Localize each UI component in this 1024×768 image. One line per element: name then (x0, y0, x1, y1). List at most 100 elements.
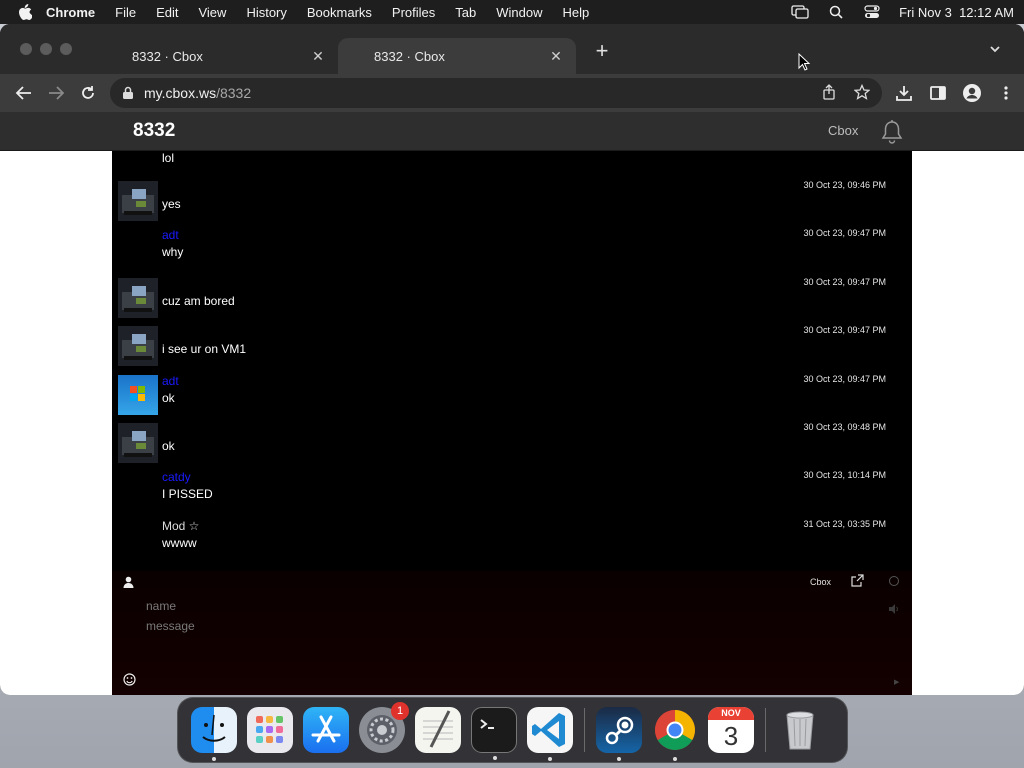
menu-bookmarks[interactable]: Bookmarks (307, 5, 372, 20)
address-bar[interactable]: my.cbox.ws/8332 (110, 78, 882, 108)
menu-app-name[interactable]: Chrome (46, 5, 95, 20)
app-store-icon[interactable] (303, 707, 349, 753)
chat-message: catdy 30 Oct 23, 10:14 PM I PISSED (112, 467, 912, 515)
control-center-icon[interactable] (863, 5, 881, 19)
side-panel-icon[interactable] (928, 83, 948, 103)
close-tab-icon[interactable]: ✕ (548, 48, 564, 64)
menu-tab[interactable]: Tab (455, 5, 476, 20)
chat-box: lol 30 Oct 23, 09:46 PM yes adt 30 Oct 2… (112, 151, 912, 695)
message-text: cuz am bored (162, 294, 235, 308)
menu-file[interactable]: File (115, 5, 136, 20)
notification-bell-icon[interactable] (880, 119, 904, 145)
system-settings-icon[interactable]: 1 (359, 702, 409, 753)
message-timestamp: 30 Oct 23, 09:47 PM (803, 277, 886, 287)
tab-search-chevron-icon[interactable] (988, 42, 1002, 56)
cbox-footer-link[interactable]: Cbox (810, 577, 831, 587)
screen-mirroring-icon[interactable] (791, 5, 809, 19)
avatar[interactable] (118, 326, 158, 366)
trash-icon[interactable] (777, 707, 823, 753)
message-nickname[interactable]: adt (162, 374, 179, 388)
chat-message: 30 Oct 23, 09:47 PM i see ur on VM1 (112, 322, 912, 370)
calendar-icon[interactable]: NOV 3 (708, 707, 754, 753)
message-text: lol (162, 151, 175, 165)
avatar[interactable] (118, 181, 158, 221)
message-timestamp: 30 Oct 23, 09:47 PM (803, 325, 886, 335)
calendar-month: NOV (708, 707, 754, 720)
send-arrow-icon[interactable]: ▶ (894, 678, 900, 686)
url-host: my.cbox.ws (144, 85, 217, 101)
tab-title: 8332 · Cbox (132, 48, 203, 64)
user-icon[interactable] (123, 575, 134, 588)
avatar[interactable] (118, 278, 158, 318)
mouse-cursor (798, 52, 811, 71)
forward-button[interactable] (40, 79, 72, 107)
running-indicator (493, 756, 497, 760)
new-tab-button[interactable]: + (592, 38, 612, 64)
menu-help[interactable]: Help (563, 5, 590, 20)
message-nickname[interactable]: adt (162, 228, 179, 242)
url-path: /8332 (216, 85, 252, 101)
message-text: ok (162, 439, 175, 453)
close-tab-icon[interactable]: ✕ (310, 48, 326, 64)
avatar[interactable] (118, 375, 158, 415)
chat-message: adt 30 Oct 23, 09:47 PM why (112, 225, 912, 273)
running-indicator (212, 757, 216, 761)
terminal-icon[interactable] (471, 707, 517, 760)
message-timestamp: 30 Oct 23, 09:47 PM (803, 228, 886, 238)
steam-icon[interactable] (596, 707, 642, 761)
cbox-brand-link[interactable]: Cbox (828, 123, 858, 138)
message-form: Cbox ▶ (112, 571, 912, 695)
tab-cbox-2[interactable]: 8332 · Cbox ✕ (338, 38, 576, 74)
chat-message: 30 Oct 23, 09:46 PM yes (112, 177, 912, 225)
tab-strip: 8332 · Cbox ✕ 8332 · Cbox ✕ + (0, 24, 1024, 74)
menu-edit[interactable]: Edit (156, 5, 178, 20)
apple-icon[interactable] (18, 4, 32, 20)
back-button[interactable] (8, 79, 40, 107)
finder-icon[interactable] (191, 707, 237, 761)
sound-icon[interactable] (888, 601, 900, 614)
dock-separator (584, 708, 585, 752)
browser-toolbar: my.cbox.ws/8332 (0, 74, 1024, 112)
chat-message: lol (112, 151, 912, 179)
share-icon[interactable] (822, 83, 836, 103)
download-icon[interactable] (894, 83, 914, 103)
board-title: 8332 (133, 120, 176, 141)
message-text: ok (162, 391, 175, 405)
chat-message: 30 Oct 23, 09:47 PM cuz am bored (112, 274, 912, 322)
launchpad-icon[interactable] (247, 707, 293, 753)
vscode-icon[interactable] (527, 707, 573, 761)
spotlight-search-icon[interactable] (827, 5, 845, 19)
textedit-icon[interactable] (415, 707, 461, 753)
chrome-icon[interactable] (652, 707, 698, 761)
menu-history[interactable]: History (246, 5, 286, 20)
status-circle-icon[interactable] (889, 576, 899, 586)
reload-button[interactable] (72, 79, 104, 107)
running-indicator (617, 757, 621, 761)
running-indicator (673, 757, 677, 761)
chat-message: adt 30 Oct 23, 09:47 PM ok (112, 371, 912, 419)
menu-profiles[interactable]: Profiles (392, 5, 435, 20)
bookmark-star-icon[interactable] (853, 83, 871, 103)
lock-icon[interactable] (122, 86, 134, 100)
message-nickname[interactable]: Mod ☆ (162, 519, 199, 533)
emoji-icon[interactable] (123, 673, 136, 686)
message-text: I PISSED (162, 487, 213, 501)
message-input[interactable] (146, 619, 886, 659)
message-list[interactable]: lol 30 Oct 23, 09:46 PM yes adt 30 Oct 2… (112, 151, 912, 571)
dock-separator (765, 708, 766, 752)
profile-avatar-icon[interactable] (962, 83, 982, 103)
menu-bar: Chrome File Edit View History Bookmarks … (0, 0, 1024, 24)
tab-cbox-1[interactable]: 8332 · Cbox ✕ (48, 38, 338, 74)
message-text: why (162, 245, 184, 259)
message-timestamp: 31 Oct 23, 03:35 PM (803, 519, 886, 529)
menu-window[interactable]: Window (496, 5, 542, 20)
external-link-icon[interactable] (851, 574, 864, 587)
avatar[interactable] (118, 423, 158, 463)
menubar-clock[interactable]: Fri Nov 3 12:12 AM (899, 5, 1014, 20)
message-nickname[interactable]: catdy (162, 470, 191, 484)
menu-view[interactable]: View (198, 5, 226, 20)
kebab-menu-icon[interactable] (996, 83, 1016, 103)
message-timestamp: 30 Oct 23, 09:47 PM (803, 374, 886, 384)
name-input[interactable] (146, 597, 846, 615)
close-window-button[interactable] (20, 43, 32, 55)
